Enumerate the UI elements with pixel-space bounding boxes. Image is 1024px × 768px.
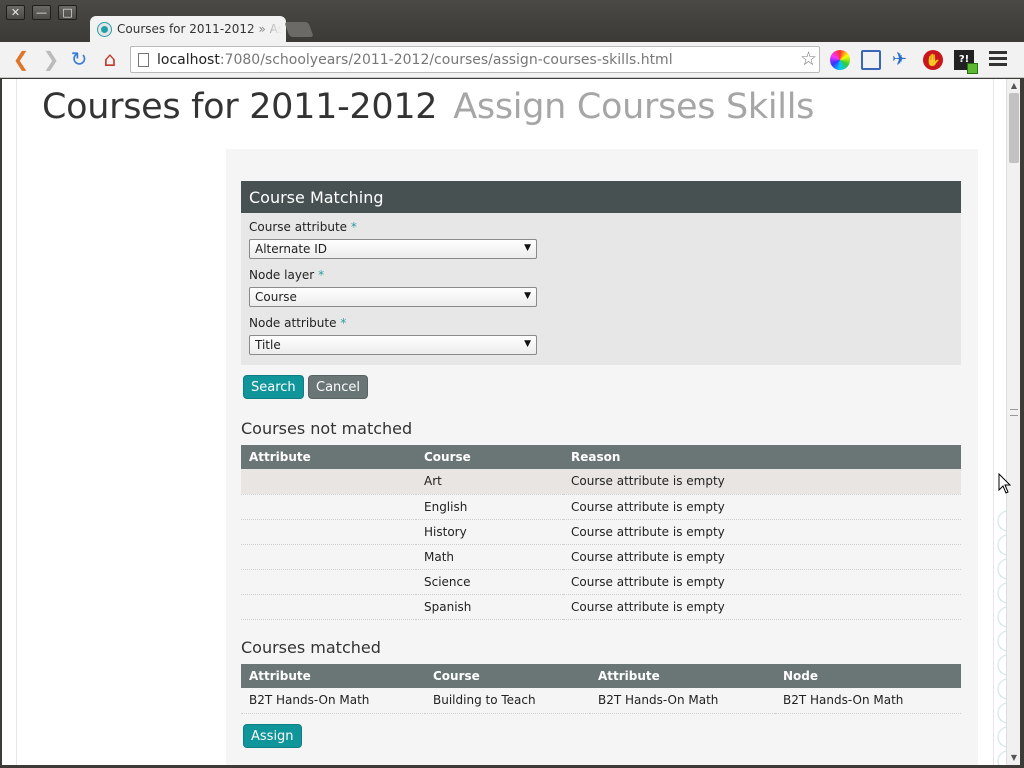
- node-layer-label: Node layer *: [249, 268, 325, 282]
- developer-extension-icon[interactable]: ?!: [954, 50, 978, 74]
- scrollbar-grip-icon: [1010, 409, 1018, 416]
- course-matching-heading: Course Matching: [241, 181, 961, 213]
- main-content: Course Matching Course attribute * Alter…: [226, 149, 978, 765]
- course-cell: English: [416, 494, 563, 520]
- table-row[interactable]: History Course attribute is empty: [241, 519, 961, 545]
- node-attribute-cell: B2T Hands-On Math: [590, 688, 775, 714]
- page-title: Courses for 2011-2012 Assign Courses Skil…: [42, 87, 815, 127]
- reason-cell: Course attribute is empty: [563, 494, 961, 520]
- page-viewport: Courses for 2011-2012 Assign Courses Skil…: [2, 79, 1006, 765]
- table-row[interactable]: Spanish Course attribute is empty: [241, 594, 961, 620]
- column-header: Attribute: [241, 664, 425, 688]
- back-arrow-icon[interactable]: ❮: [9, 47, 33, 71]
- window-maximize-button[interactable]: □: [58, 5, 77, 20]
- reason-cell: Course attribute is empty: [563, 544, 961, 570]
- attribute-cell: B2T Hands-On Math: [241, 688, 425, 714]
- course-cell: Spanish: [416, 594, 563, 620]
- column-header: Course: [416, 445, 563, 469]
- reason-cell: Course attribute is empty: [563, 469, 961, 495]
- node-layer-select[interactable]: Course: [249, 287, 537, 307]
- scrollbar-thumb[interactable]: [1009, 93, 1019, 163]
- courses-not-matched-title: Courses not matched: [241, 419, 413, 438]
- course-cell: Building to Teach: [425, 688, 590, 714]
- reload-icon[interactable]: ↻: [67, 47, 91, 71]
- attribute-cell: [241, 519, 416, 545]
- stop-extension-icon[interactable]: ✋: [923, 50, 943, 70]
- course-cell: History: [416, 519, 563, 545]
- course-cell: Science: [416, 569, 563, 595]
- reason-cell: Course attribute is empty: [563, 594, 961, 620]
- attribute-cell: [241, 469, 416, 495]
- table-row[interactable]: Art Course attribute is empty: [241, 469, 961, 495]
- address-bar[interactable]: localhost:7080/schoolyears/2011-2012/cou…: [130, 46, 820, 73]
- assign-button[interactable]: Assign: [243, 724, 302, 748]
- table-row[interactable]: English Course attribute is empty: [241, 494, 961, 520]
- chrome-menu-icon[interactable]: [989, 51, 1007, 67]
- course-cell: Art: [416, 469, 563, 495]
- forward-arrow-icon[interactable]: ❯: [39, 47, 63, 71]
- table-header-row: Attribute Course Attribute Node: [241, 664, 961, 688]
- reason-cell: Course attribute is empty: [563, 569, 961, 595]
- table-row[interactable]: Science Course attribute is empty: [241, 569, 961, 595]
- scroll-up-arrow-icon[interactable]: ▲: [1007, 79, 1021, 92]
- courses-matched-table: Attribute Course Attribute Node B2T Hand…: [241, 664, 961, 714]
- table-header-row: Attribute Course Reason: [241, 445, 961, 469]
- courses-not-matched-table: Attribute Course Reason Art Course attri…: [241, 445, 961, 620]
- color-picker-extension-icon[interactable]: [830, 50, 850, 70]
- column-header: Node: [775, 664, 961, 688]
- course-attribute-label: Course attribute *: [249, 220, 357, 234]
- course-attribute-select[interactable]: Alternate ID: [249, 239, 537, 259]
- node-attribute-label: Node attribute *: [249, 316, 347, 330]
- page-subtitle: Assign Courses Skills: [453, 87, 815, 127]
- decorative-pattern: [994, 509, 1006, 765]
- window-titlebar: ✕ — □ Courses for 2011-2012 » Assign Cou…: [0, 0, 1024, 43]
- favicon-icon: [98, 23, 111, 36]
- new-tab-button[interactable]: [284, 22, 314, 37]
- browser-toolbar: ❮ ❯ ↻ ⌂ localhost:7080/schoolyears/2011-…: [0, 42, 1024, 78]
- page-icon: [138, 53, 149, 67]
- attribute-cell: [241, 569, 416, 595]
- scroll-down-arrow-icon[interactable]: ▼: [1007, 751, 1021, 764]
- reason-cell: Course attribute is empty: [563, 519, 961, 545]
- courses-matched-title: Courses matched: [241, 638, 381, 657]
- window-minimize-button[interactable]: —: [32, 5, 51, 20]
- column-header: Course: [425, 664, 590, 688]
- page-border-left: [16, 79, 17, 765]
- course-cell: Math: [416, 544, 563, 570]
- screenshot-extension-icon[interactable]: [861, 50, 881, 70]
- home-icon[interactable]: ⌂: [98, 47, 122, 71]
- table-row[interactable]: B2T Hands-On Math Building to Teach B2T …: [241, 688, 961, 714]
- send-extension-icon[interactable]: ✈: [892, 50, 912, 70]
- url-text: localhost:7080/schoolyears/2011-2012/cou…: [157, 52, 673, 68]
- tab-title: Courses for 2011-2012 » Assign Courses S…: [117, 22, 282, 36]
- column-header: Attribute: [590, 664, 775, 688]
- cancel-button[interactable]: Cancel: [308, 375, 369, 399]
- node-attribute-select[interactable]: Title: [249, 335, 537, 355]
- course-matching-form: Course attribute * Alternate ID Node lay…: [241, 213, 961, 365]
- bookmark-star-icon[interactable]: ☆: [800, 48, 817, 70]
- table-row[interactable]: Math Course attribute is empty: [241, 544, 961, 570]
- column-header: Attribute: [241, 445, 416, 469]
- node-cell: B2T Hands-On Math: [775, 688, 961, 714]
- attribute-cell: [241, 594, 416, 620]
- attribute-cell: [241, 544, 416, 570]
- browser-tab[interactable]: Courses for 2011-2012 » Assign Courses S…: [90, 16, 286, 43]
- column-header: Reason: [563, 445, 961, 469]
- search-button[interactable]: Search: [243, 375, 304, 399]
- vertical-scrollbar[interactable]: ▲ ▼: [1006, 79, 1020, 765]
- attribute-cell: [241, 494, 416, 520]
- window-close-button[interactable]: ✕: [6, 5, 25, 20]
